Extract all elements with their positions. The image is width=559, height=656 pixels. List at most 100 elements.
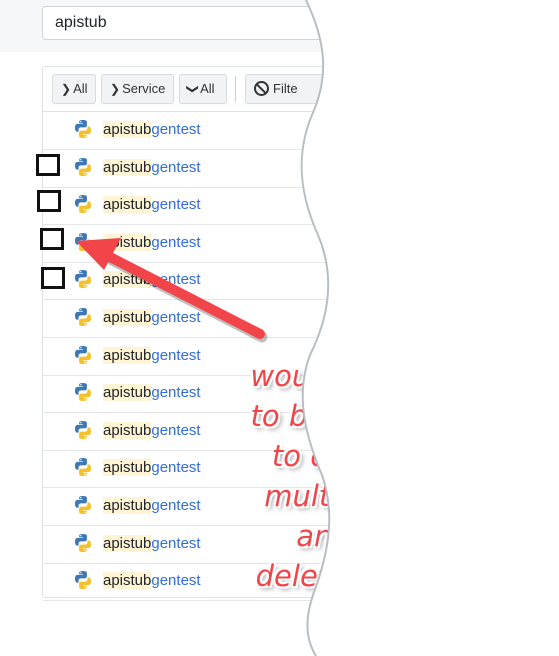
- python-logo-icon: [75, 571, 91, 590]
- delete-button[interactable]: ✕ Delete: [444, 191, 520, 218]
- item-name-rest: gentest: [151, 459, 201, 477]
- item-name[interactable]: apistubgentest: [103, 534, 201, 553]
- item-name[interactable]: apistubgentest: [103, 158, 201, 177]
- annotation-checkbox: [36, 154, 60, 176]
- match-highlight: apistub: [103, 572, 152, 590]
- item-name-rest: gentest: [151, 421, 201, 439]
- python-logo-icon: [75, 420, 91, 439]
- x-circle-icon: ✕: [451, 498, 465, 512]
- result-row[interactable]: apistubgentest ✕ Delete: [43, 186, 559, 226]
- match-highlight: apistub: [103, 233, 152, 251]
- match-highlight: apistub: [103, 346, 152, 364]
- annotation-checkbox: [41, 267, 65, 289]
- python-logo-icon: [75, 157, 91, 176]
- match-highlight: apistub: [103, 459, 152, 477]
- annotation-checkbox: [40, 228, 64, 250]
- python-logo-icon: [75, 308, 91, 326]
- x-circle-icon: ✕: [451, 460, 465, 475]
- python-logo-icon: [75, 270, 91, 289]
- item-name[interactable]: apistubgentest: [103, 459, 201, 477]
- item-name[interactable]: apistubgentest: [103, 233, 201, 252]
- item-name[interactable]: apistubgentest: [103, 421, 201, 440]
- python-logo-icon: [75, 120, 91, 138]
- python-logo-icon: [75, 345, 91, 364]
- delete-button[interactable]: ✕ Delete: [444, 567, 520, 594]
- result-row[interactable]: apistubgentest ✕ Delete: [43, 149, 559, 188]
- delete-button[interactable]: ✕ Delete: [444, 416, 520, 443]
- result-row[interactable]: apistubgentest ✕ Delete: [43, 224, 559, 263]
- python-logo-icon: [75, 195, 91, 214]
- annotation-text: would like to be able to click multiple …: [250, 359, 397, 593]
- filter-button[interactable]: Filte: [245, 74, 335, 104]
- delete-button[interactable]: ✕ Delete: [444, 153, 520, 180]
- result-row[interactable]: apistubgentest ✕ Delete: [43, 299, 559, 338]
- item-name-rest: gentest: [151, 497, 201, 514]
- match-highlight: apistub: [103, 497, 152, 514]
- x-circle-icon: ✕: [451, 272, 465, 287]
- x-circle-icon: ✕: [451, 385, 465, 400]
- item-name-rest: gentest: [151, 196, 201, 214]
- chevron-right-icon: ❯: [61, 82, 72, 96]
- item-name-rest: gentest: [151, 384, 201, 402]
- item-name[interactable]: apistubgentest: [103, 497, 201, 515]
- match-highlight: apistub: [103, 421, 152, 439]
- chevron-down-icon: ❯: [186, 83, 201, 95]
- delete-button[interactable]: ✕ Delete: [444, 492, 520, 518]
- x-circle-icon: ✕: [451, 535, 465, 550]
- delete-button[interactable]: ✕ Delete: [444, 266, 520, 293]
- x-circle-icon: ✕: [451, 422, 465, 437]
- result-row[interactable]: apistubgentest ✕ Delete: [43, 261, 559, 301]
- item-name-rest: gentest: [151, 121, 201, 138]
- item-name[interactable]: apistubgentest: [103, 271, 201, 289]
- x-circle-icon: ✕: [451, 347, 465, 362]
- item-name[interactable]: apistubgentest: [103, 384, 201, 402]
- match-highlight: apistub: [103, 384, 152, 402]
- toolbar: ❯ All ❯ Service ❯All Filte: [43, 67, 559, 112]
- delete-button[interactable]: ✕ Delete: [444, 116, 520, 142]
- match-highlight: apistub: [103, 158, 152, 176]
- match-highlight: apistub: [103, 534, 152, 552]
- item-name-rest: gentest: [151, 158, 201, 176]
- service-button[interactable]: ❯ Service: [101, 74, 174, 104]
- x-circle-icon: ✕: [451, 159, 465, 174]
- x-circle-icon: ✕: [451, 573, 465, 588]
- item-name-rest: gentest: [151, 534, 201, 552]
- result-row[interactable]: apistubgentest ✕ Delete: [43, 111, 559, 150]
- chevron-right-icon: ❯: [110, 82, 121, 96]
- x-circle-icon: ✕: [451, 234, 465, 249]
- delete-button[interactable]: ✕ Delete: [444, 228, 520, 255]
- match-highlight: apistub: [103, 309, 152, 326]
- python-logo-icon: [75, 232, 91, 251]
- collapse-all-button[interactable]: ❯All: [179, 74, 227, 104]
- x-circle-icon: ✕: [451, 197, 465, 212]
- match-highlight: apistub: [103, 196, 152, 214]
- item-name-rest: gentest: [151, 233, 201, 251]
- python-logo-icon: [75, 383, 91, 402]
- item-name[interactable]: apistubgentest: [103, 309, 201, 327]
- item-name-rest: gentest: [151, 271, 201, 289]
- item-name-rest: gentest: [151, 309, 201, 326]
- x-circle-icon: ✕: [451, 122, 465, 136]
- search-input[interactable]: apistub: [42, 6, 342, 40]
- delete-button[interactable]: ✕ Delete: [444, 341, 520, 368]
- match-highlight: apistub: [103, 121, 152, 138]
- top-bar: apistub: [0, 0, 559, 52]
- ban-icon: [254, 81, 269, 96]
- delete-button[interactable]: ✕ Delete: [444, 454, 520, 481]
- delete-button[interactable]: ✕ Delete: [444, 304, 520, 330]
- expand-all-button[interactable]: ❯ All: [52, 74, 96, 104]
- delete-button[interactable]: ✕ Delete: [444, 379, 520, 406]
- x-circle-icon: ✕: [451, 310, 465, 324]
- item-name[interactable]: apistubgentest: [103, 121, 201, 139]
- python-logo-icon: [75, 458, 91, 477]
- item-name-rest: gentest: [151, 346, 201, 364]
- delete-button[interactable]: ✕ Delete: [444, 529, 520, 556]
- python-logo-icon: [75, 496, 91, 514]
- toolbar-divider: [235, 76, 236, 102]
- item-name[interactable]: apistubgentest: [103, 572, 201, 590]
- python-logo-icon: [75, 533, 91, 552]
- item-name[interactable]: apistubgentest: [103, 346, 201, 365]
- match-highlight: apistub: [103, 271, 152, 289]
- item-name-rest: gentest: [151, 572, 201, 590]
- item-name[interactable]: apistubgentest: [103, 196, 201, 214]
